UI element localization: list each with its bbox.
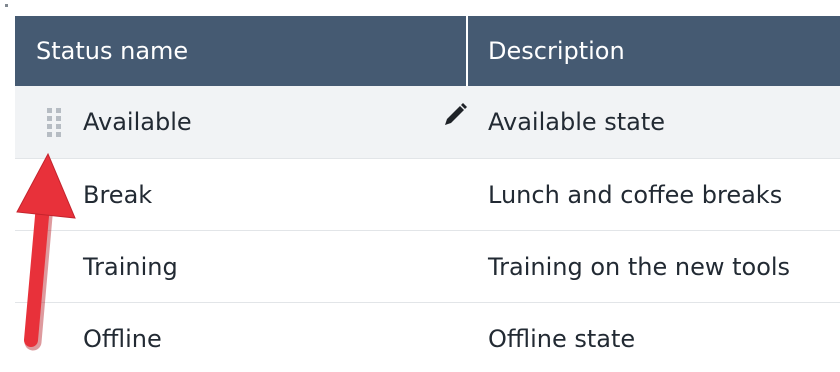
drag-handle-icon[interactable] — [45, 107, 67, 137]
status-name-cell: Training — [15, 231, 470, 302]
status-name-label: Offline — [83, 324, 162, 353]
table-row-offline[interactable]: Offline Offline state — [15, 303, 840, 372]
status-name-cell: Offline — [15, 303, 470, 372]
description-label: Lunch and coffee breaks — [488, 180, 783, 209]
status-name-label: Training — [83, 252, 178, 281]
screenshot-stage: Status name Description Available Availa… — [0, 0, 840, 372]
status-name-label: Break — [83, 180, 153, 209]
description-label: Training on the new tools — [488, 252, 791, 281]
description-cell: Offline state — [470, 303, 840, 372]
header-description[interactable]: Description — [468, 16, 840, 86]
description-cell: Lunch and coffee breaks — [470, 159, 840, 230]
description-label: Offline state — [488, 324, 636, 353]
table-header-row: Status name Description — [15, 16, 840, 86]
table-row-break[interactable]: Break Lunch and coffee breaks — [15, 159, 840, 231]
description-cell: Training on the new tools — [470, 231, 840, 302]
corner-mark — [5, 4, 8, 7]
pencil-icon[interactable] — [440, 100, 470, 130]
status-name-label: Available — [83, 108, 192, 136]
status-table: Status name Description Available Availa… — [15, 16, 840, 372]
status-name-cell: Break — [15, 159, 470, 230]
header-status-name[interactable]: Status name — [15, 16, 468, 86]
description-cell: Available state — [470, 86, 840, 158]
description-label: Available state — [488, 108, 666, 136]
status-name-cell: Available — [15, 86, 470, 158]
table-row-training[interactable]: Training Training on the new tools — [15, 231, 840, 303]
table-row-available[interactable]: Available Available state — [15, 86, 840, 159]
